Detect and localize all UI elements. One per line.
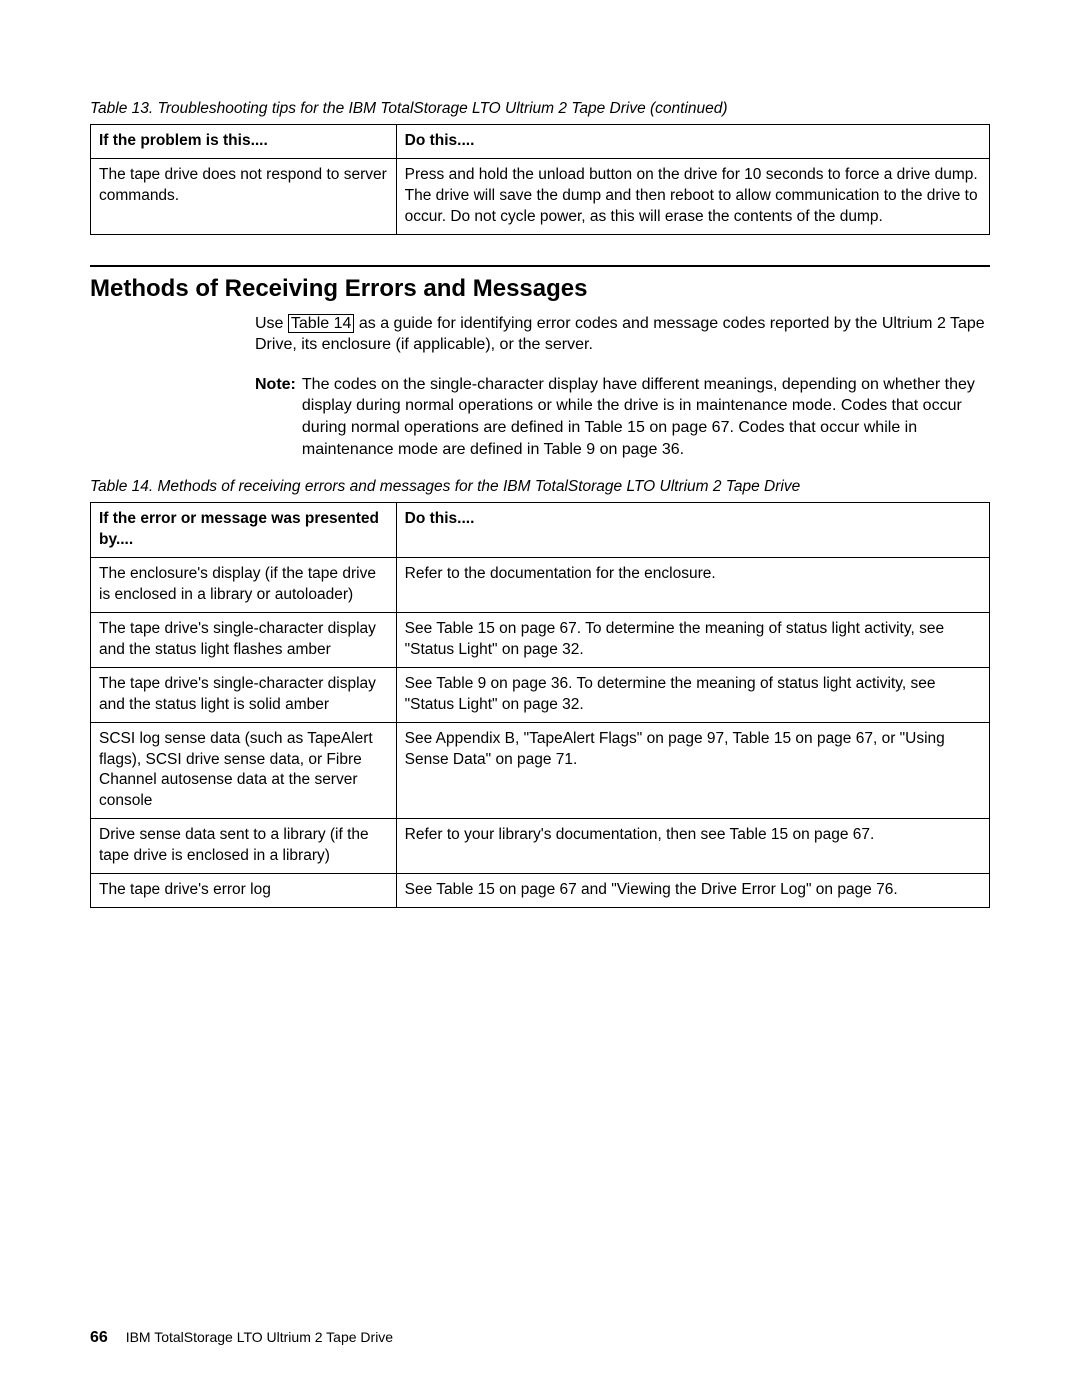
intro-paragraph: Use Table 14 as a guide for identifying … — [255, 313, 990, 356]
para-before-link: Use — [255, 315, 288, 332]
note-block: Note: The codes on the single-character … — [255, 374, 990, 460]
table14-link[interactable]: Table 14 — [288, 314, 355, 333]
t14-r1-c2: See Table 15 on page 67. To determine th… — [396, 612, 989, 667]
t14-r0-c2: Refer to the documentation for the enclo… — [396, 558, 989, 613]
page: Table 13. Troubleshooting tips for the I… — [0, 0, 1080, 1397]
table-row: The tape drive's single-character displa… — [91, 612, 990, 667]
t14-r4-c1: Drive sense data sent to a library (if t… — [91, 819, 397, 874]
table13-header-row: If the problem is this.... Do this.... — [91, 125, 990, 159]
table-row: Drive sense data sent to a library (if t… — [91, 819, 990, 874]
table-row: The tape drive's single-character displa… — [91, 667, 990, 722]
table14-header-row: If the error or message was presented by… — [91, 503, 990, 558]
section-rule — [90, 265, 990, 267]
table13-header-c2: Do this.... — [396, 125, 989, 159]
t14-r5-c2: See Table 15 on page 67 and "Viewing the… — [396, 874, 989, 908]
table14-header-c1: If the error or message was presented by… — [91, 503, 397, 558]
t14-r3-c2: See Appendix B, "TapeAlert Flags" on pag… — [396, 722, 989, 819]
section-heading: Methods of Receiving Errors and Messages — [90, 275, 990, 303]
table13-r0-c1: The tape drive does not respond to serve… — [91, 158, 397, 234]
t14-r2-c1: The tape drive's single-character displa… — [91, 667, 397, 722]
table14: If the error or message was presented by… — [90, 502, 990, 908]
table13: If the problem is this.... Do this.... T… — [90, 124, 990, 235]
page-number: 66 — [90, 1329, 108, 1346]
table14-header-c2: Do this.... — [396, 503, 989, 558]
footer-title: IBM TotalStorage LTO Ultrium 2 Tape Driv… — [126, 1329, 393, 1345]
t14-r0-c1: The enclosure's display (if the tape dri… — [91, 558, 397, 613]
para-after-link: as a guide for identifying error codes a… — [255, 315, 985, 354]
t14-r1-c1: The tape drive's single-character displa… — [91, 612, 397, 667]
table14-caption: Table 14. Methods of receiving errors an… — [90, 478, 990, 496]
t14-r5-c1: The tape drive's error log — [91, 874, 397, 908]
t14-r4-c2: Refer to your library's documentation, t… — [396, 819, 989, 874]
note-body: The codes on the single-character displa… — [302, 374, 990, 460]
table13-r0-c2: Press and hold the unload button on the … — [396, 158, 989, 234]
table-row: SCSI log sense data (such as TapeAlert f… — [91, 722, 990, 819]
table-row: The tape drive does not respond to serve… — [91, 158, 990, 234]
note-label: Note: — [255, 374, 302, 460]
table13-header-c1: If the problem is this.... — [91, 125, 397, 159]
table13-caption: Table 13. Troubleshooting tips for the I… — [90, 100, 990, 118]
t14-r2-c2: See Table 9 on page 36. To determine the… — [396, 667, 989, 722]
table-row: The tape drive's error log See Table 15 … — [91, 874, 990, 908]
t14-r3-c1: SCSI log sense data (such as TapeAlert f… — [91, 722, 397, 819]
page-footer: 66 IBM TotalStorage LTO Ultrium 2 Tape D… — [90, 1329, 393, 1347]
table-row: The enclosure's display (if the tape dri… — [91, 558, 990, 613]
